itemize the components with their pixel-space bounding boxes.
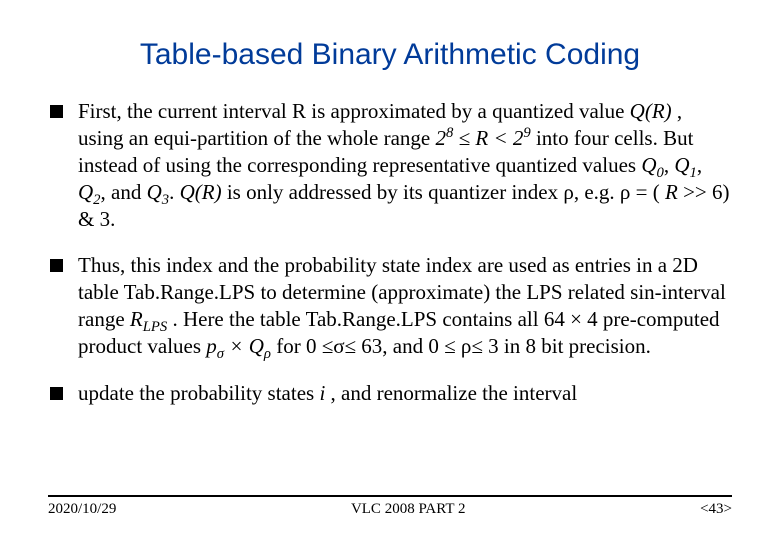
q: Q — [78, 180, 93, 204]
text: First, the current interval R is approxi… — [78, 99, 630, 123]
text: , and renormalize the interval — [331, 381, 578, 405]
q: Q — [641, 153, 656, 177]
r-var: R — [665, 180, 678, 204]
slide-title: Table-based Binary Arithmetic Coding — [48, 38, 732, 72]
bullet-3: update the probability states i , and re… — [48, 380, 732, 407]
sub-rho: ρ — [264, 346, 271, 362]
two: 2 — [513, 126, 524, 150]
q-of-r: Q(R) — [180, 180, 222, 204]
text: is only addressed by its quantizer index… — [227, 180, 660, 204]
exp-9: 9 — [523, 125, 530, 141]
lt: < — [493, 126, 512, 150]
text: update the probability states — [78, 381, 319, 405]
sub3: 3 — [162, 192, 169, 208]
q-of-r: Q(R) — [630, 99, 672, 123]
footer-date: 2020/10/29 — [48, 501, 116, 518]
mult: × — [229, 334, 248, 358]
q-rho: Q — [249, 334, 264, 358]
dot: . — [169, 180, 180, 204]
footer-page: <43> — [700, 501, 732, 518]
footer-title: VLC 2008 PART 2 — [351, 501, 466, 518]
sub-sigma: σ — [217, 346, 224, 362]
comma: , and — [101, 180, 147, 204]
bullet-1: First, the current interval R is approxi… — [48, 98, 732, 232]
slide: Table-based Binary Arithmetic Coding Fir… — [0, 0, 780, 540]
bullet-2: Thus, this index and the probability sta… — [48, 252, 732, 360]
footer-row: 2020/10/29 VLC 2008 PART 2 <43> — [48, 501, 732, 518]
sub1: 1 — [690, 165, 697, 181]
comma: , — [664, 153, 675, 177]
sub-lps: LPS — [143, 319, 167, 335]
exp-8: 8 — [446, 125, 453, 141]
q: Q — [674, 153, 689, 177]
text: for 0 ≤σ≤ 63, and 0 ≤ ρ≤ 3 in 8 bit prec… — [276, 334, 651, 358]
sub0: 0 — [657, 165, 664, 181]
two: 2 — [435, 126, 446, 150]
comma: , — [697, 153, 702, 177]
r-lps: R — [130, 307, 143, 331]
footer-rule — [48, 495, 732, 497]
bullet-list: First, the current interval R is approxi… — [48, 98, 732, 407]
i-var: i — [319, 381, 325, 405]
sub2: 2 — [93, 192, 100, 208]
q: Q — [147, 180, 162, 204]
leq: ≤ — [459, 126, 476, 150]
r-var: R — [475, 126, 493, 150]
footer: 2020/10/29 VLC 2008 PART 2 <43> — [48, 495, 732, 518]
p-sigma: p — [206, 334, 217, 358]
